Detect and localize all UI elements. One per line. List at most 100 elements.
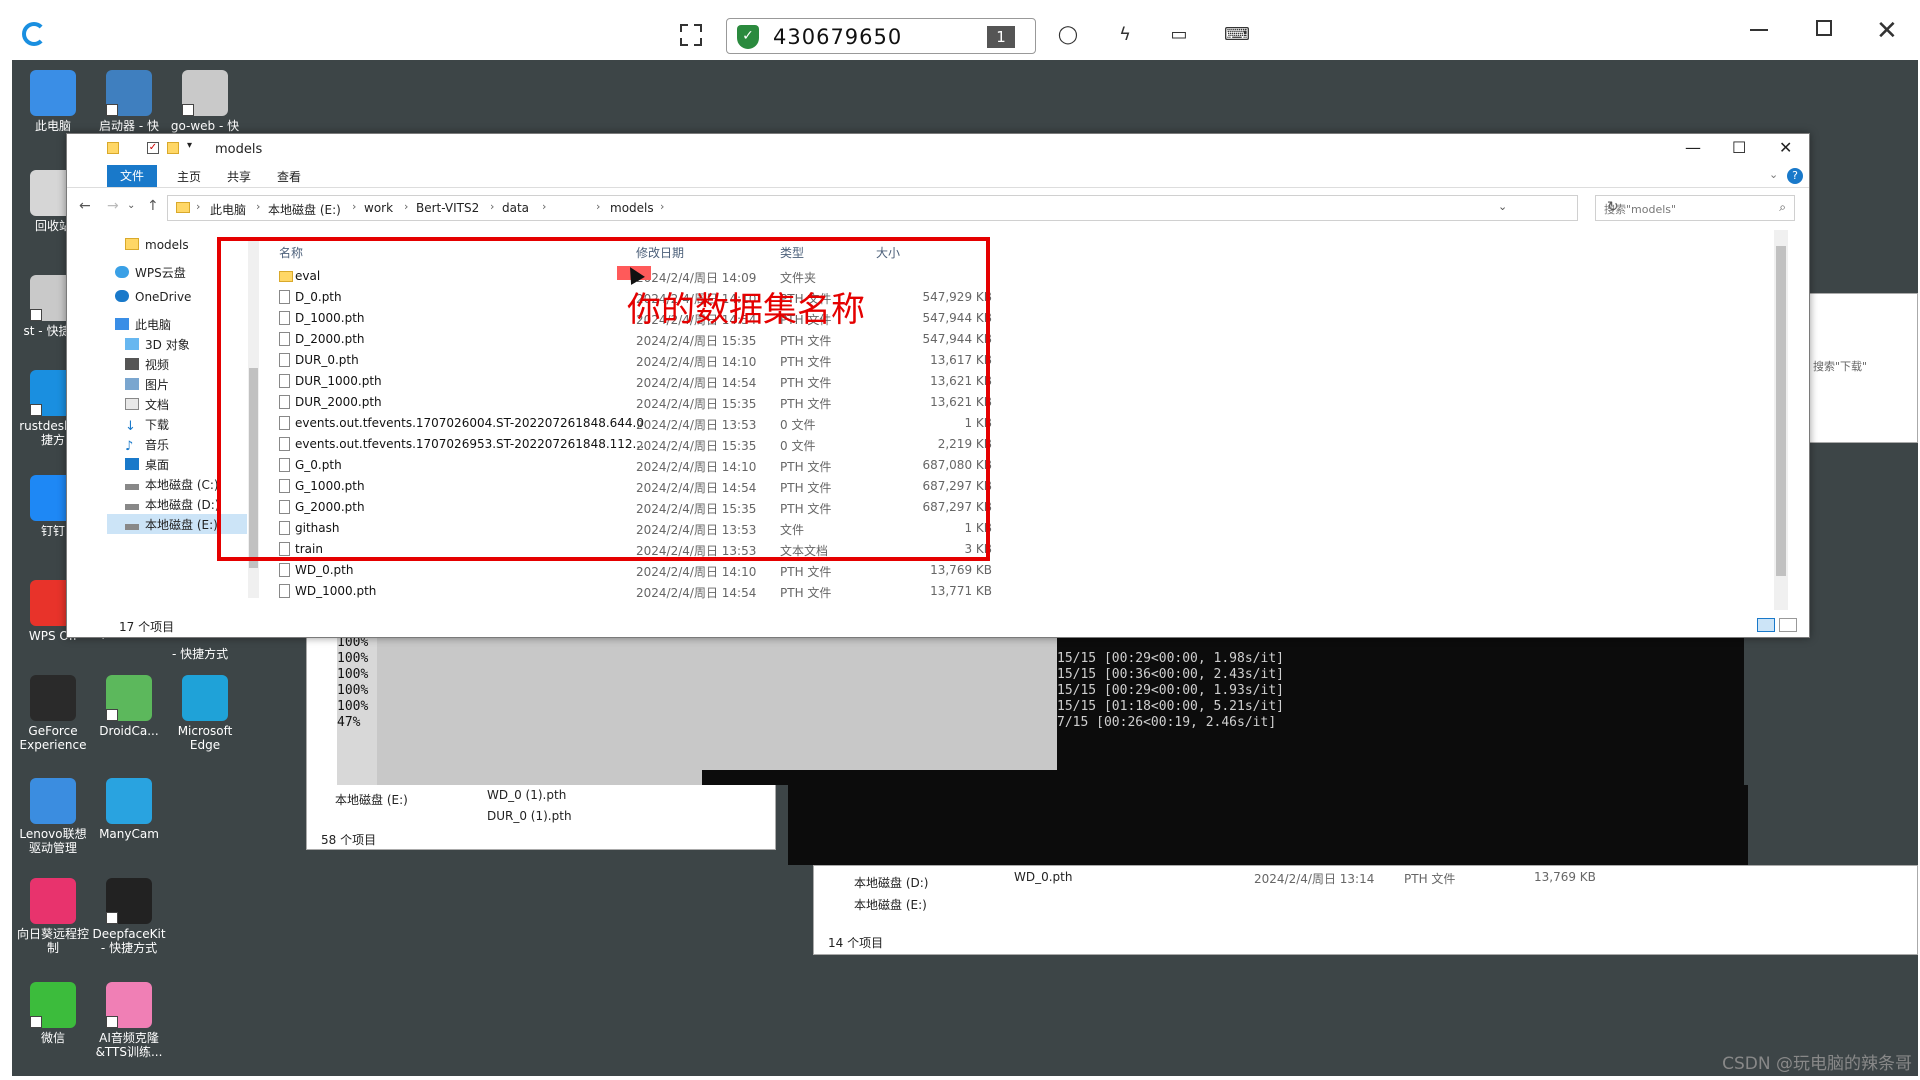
nav-item-drive-d[interactable]: 本地磁盘 (D:) [854, 874, 928, 891]
nav-item-models[interactable]: models [125, 238, 189, 252]
file-item[interactable]: WD_0 (1).pth [487, 788, 566, 802]
desktop-icon-lenovo[interactable]: Lenovo联想驱动管理 [16, 778, 90, 855]
desktop-icon-label: Lenovo联想驱动管理 [19, 827, 87, 855]
nav-label: 视频 [145, 358, 170, 372]
status-bar: 58 个项目 [321, 833, 377, 847]
monitor-select-button[interactable]: 1 [987, 26, 1015, 48]
desktop-icon-label: AI音频克隆&TTS训练... [95, 1031, 163, 1059]
details-view-icon[interactable] [1757, 618, 1775, 632]
python-icon [106, 70, 152, 116]
file-type: PTH 文件 [780, 586, 832, 600]
search-icon[interactable]: ⌕ [1779, 200, 1786, 215]
nav-item-pictures[interactable]: 图片 [125, 376, 169, 393]
address-dropdown-icon[interactable]: ⌄ [1498, 200, 1507, 213]
close-button[interactable]: ✕ [1779, 138, 1792, 157]
recent-locations-icon[interactable]: ⌄ [127, 200, 135, 211]
nav-item-this-pc[interactable]: 此电脑 [115, 316, 171, 333]
desktop-icon-this-pc[interactable]: 此电脑 [16, 70, 90, 133]
console-line: 15/15 [01:18<00:00, 5.21s/it] [1057, 699, 1284, 714]
wechat-icon [30, 982, 76, 1028]
search-box[interactable]: 搜索"models" ⌕ [1595, 195, 1795, 221]
nav-item-documents[interactable]: 文档 [125, 396, 169, 413]
console-window-gray [377, 635, 1057, 785]
nav-item-desktop[interactable]: 桌面 [125, 456, 169, 473]
background-explorer-window[interactable]: 本地磁盘 (D:) 本地磁盘 (E:) WD_0.pth 2024/2/4/周日… [813, 865, 1918, 955]
drive-icon [125, 484, 139, 490]
breadcrumb-bert-vits2[interactable]: Bert-VITS2 [416, 201, 479, 215]
nav-item-videos[interactable]: 视频 [125, 356, 169, 373]
file-icon [279, 563, 290, 577]
nav-item-music[interactable]: ♪ 音乐 [125, 436, 169, 453]
desktop-icon-manycam[interactable]: ManyCam [92, 778, 166, 841]
window-close-button[interactable]: ✕ [1876, 16, 1898, 46]
scrollbar-thumb[interactable] [1776, 246, 1786, 576]
desktop-icon-droidcam[interactable]: DroidCa... [92, 675, 166, 738]
forward-arrow-icon[interactable]: → [107, 198, 119, 214]
desktop-icon-sunlogin[interactable]: 向日葵远程控制 [16, 878, 90, 955]
tab-file[interactable]: 文件 [107, 165, 157, 187]
nav-item-downloads[interactable]: ↓ 下载 [125, 416, 169, 433]
nav-item-drive-e[interactable]: 本地磁盘 (E:) [335, 791, 408, 808]
new-folder-icon[interactable] [167, 142, 179, 154]
console-strip [702, 770, 1067, 785]
expand-ribbon-icon[interactable]: ⌄ [1769, 168, 1778, 181]
console-line: 15/15 [00:29<00:00, 1.93s/it] [1057, 683, 1284, 698]
desktop-icon-edge[interactable]: Microsoft Edge [168, 675, 242, 752]
computer-icon [115, 318, 129, 330]
large-icons-view-icon[interactable] [1779, 618, 1797, 632]
file-list-scrollbar[interactable] [1774, 230, 1788, 610]
desktop-icon-deepfacekit[interactable]: DeepfaceKit - 快捷方式 [92, 878, 166, 955]
nav-item-drive-c[interactable]: 本地磁盘 (C:) [125, 476, 219, 493]
computer-icon [30, 70, 76, 116]
tab-home[interactable]: 主页 [177, 168, 201, 185]
desktop-icon-ai-audio[interactable]: AI音频克隆&TTS训练... [92, 982, 166, 1059]
display-icon[interactable]: ▭ [1168, 24, 1190, 46]
nav-label: 图片 [145, 378, 170, 392]
lightning-icon[interactable]: ϟ [1114, 24, 1136, 46]
quick-access-dropdown-icon[interactable]: ▾ [187, 140, 192, 151]
desktop-icon-launcher[interactable]: 启动器 - 快 [92, 70, 166, 133]
breadcrumb-separator: › [542, 200, 547, 213]
file-type: PTH 文件 [780, 565, 832, 579]
breadcrumb-this-pc[interactable]: 此电脑 [210, 201, 246, 218]
console-line: 47% [337, 715, 361, 730]
title-bar[interactable]: ✓ ▾ models — ☐ ✕ [67, 134, 1809, 164]
background-window-edge[interactable]: 搜索"下载" [1808, 293, 1918, 443]
breadcrumb-data[interactable]: data [502, 201, 529, 215]
file-name[interactable]: WD_0.pth [1014, 870, 1072, 884]
tab-share[interactable]: 共享 [227, 168, 251, 185]
breadcrumb-models[interactable]: models [610, 201, 654, 215]
annotation-highlight-box [217, 237, 990, 561]
nav-label: 音乐 [145, 438, 170, 452]
nav-item-wps-cloud[interactable]: WPS云盘 [115, 264, 186, 281]
nav-item-drive-e[interactable]: 本地磁盘 (E:) [854, 896, 927, 913]
back-arrow-icon[interactable]: ← [79, 198, 91, 214]
breadcrumb-drive-e[interactable]: 本地磁盘 (E:) [268, 201, 341, 218]
desktop-icon-go-web[interactable]: go-web - 快 [168, 70, 242, 133]
file-date: 2024/2/4/周日 13:14 [1254, 872, 1375, 886]
maximize-button[interactable]: ☐ [1732, 138, 1746, 157]
window-maximize-button[interactable] [1816, 20, 1832, 36]
nav-item-3d-objects[interactable]: 3D 对象 [125, 336, 190, 353]
file-row[interactable]: WD_0.pth 2024/2/4/周日 14:10 PTH 文件 13,769 KB [271, 560, 1011, 581]
properties-icon[interactable]: ✓ [147, 142, 159, 154]
chat-icon[interactable]: ◯ [1057, 24, 1079, 46]
up-arrow-icon[interactable]: ↑ [147, 198, 159, 214]
keyboard-icon[interactable]: ⌨ [1224, 24, 1250, 46]
minimize-button[interactable]: — [1685, 138, 1701, 157]
desktop-icon-geforce[interactable]: GeForce Experience [16, 675, 90, 752]
breadcrumb-separator: › [352, 200, 357, 213]
search-input[interactable]: 搜索"models" [1604, 201, 1676, 217]
breadcrumb-work[interactable]: work [364, 201, 393, 215]
help-icon[interactable]: ? [1787, 168, 1803, 184]
address-bar[interactable]: › 此电脑 › 本地磁盘 (E:) › work › Bert-VITS2 › … [167, 195, 1578, 221]
desktop-icon-wechat[interactable]: 微信 [16, 982, 90, 1045]
nav-item-onedrive[interactable]: OneDrive [115, 290, 191, 304]
nav-item-drive-d[interactable]: 本地磁盘 (D:) [125, 496, 219, 513]
tab-view[interactable]: 查看 [277, 168, 301, 185]
file-item[interactable]: DUR_0 (1).pth [487, 809, 572, 823]
window-minimize-button[interactable] [1750, 29, 1768, 31]
fullscreen-icon[interactable] [680, 24, 702, 46]
search-input[interactable]: 搜索"下载" [1813, 358, 1867, 374]
file-row[interactable]: WD_1000.pth 2024/2/4/周日 14:54 PTH 文件 13,771… [271, 581, 1011, 602]
